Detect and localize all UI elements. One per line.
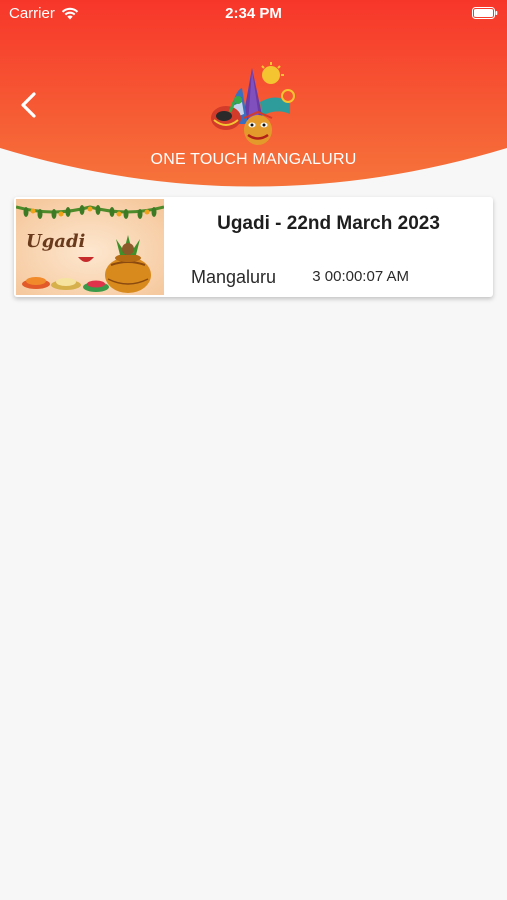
event-thumbnail: Ugadi: [16, 199, 164, 295]
back-button[interactable]: [12, 88, 46, 122]
battery-icon: [472, 7, 498, 19]
app-title: ONE TOUCH MANGALURU: [150, 151, 357, 168]
event-location: Mangaluru: [191, 267, 277, 287]
thumbnail-text: Ugadi: [26, 231, 86, 252]
status-time: 2:34 PM: [225, 5, 282, 22]
app-header: Carrier 2:34 PM ONE TOUCH MANGALURU: [0, 0, 507, 190]
event-card[interactable]: Ugadi Ugadi - 22nd March 2023 Mangaluru …: [14, 197, 493, 297]
event-time-container: 23-03-2023 00:00:07 AM: [312, 268, 409, 292]
chevron-left-icon: [21, 92, 36, 118]
one-touch-mangaluru-logo: [211, 62, 295, 145]
status-bar: Carrier 2:34 PM: [0, 0, 507, 28]
event-title: Ugadi - 22nd March 2023: [217, 213, 440, 234]
event-time: 23-03-2023 00:00:07 AM: [312, 268, 409, 285]
